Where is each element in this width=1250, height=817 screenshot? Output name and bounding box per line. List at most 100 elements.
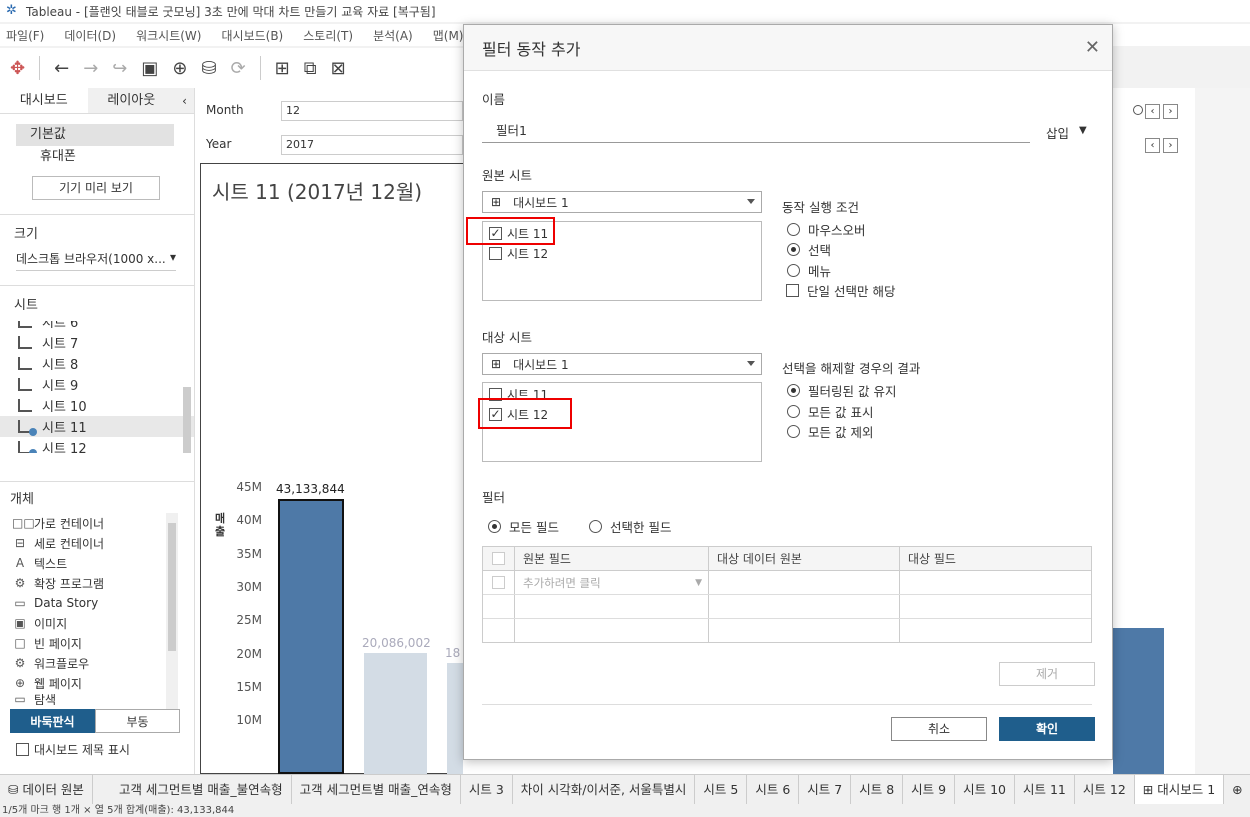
object-vertical-container[interactable]: ⊟ 세로 컨테이너 (0, 533, 194, 553)
chart-bar-right-partial[interactable] (1113, 628, 1164, 774)
sheets-scrollbar[interactable] (183, 387, 191, 453)
sheet-tab[interactable]: 시트 11 (1015, 774, 1075, 805)
target-field-cell[interactable] (900, 571, 1091, 594)
datasource-icon[interactable]: ⛁ (201, 58, 216, 79)
device-default[interactable]: 기본값 (16, 124, 174, 146)
tableau-home-icon[interactable]: ✥ (10, 58, 25, 79)
single-select-checkbox[interactable] (786, 284, 799, 297)
clear-sheet-icon[interactable]: ⊠ (331, 58, 346, 79)
sheet-item-11[interactable]: 시트 11 (0, 416, 194, 437)
source-dashboard-dropdown[interactable]: ⊞ 대시보드 1 (482, 191, 762, 213)
chart-bar[interactable] (278, 499, 344, 774)
ok-button[interactable]: 확인 (999, 717, 1095, 741)
sheet-item-12[interactable]: 시트 12 (0, 437, 194, 453)
menu-story[interactable]: 스토리(T) (303, 27, 353, 44)
menu-dashboard[interactable]: 대시보드(B) (221, 27, 283, 44)
menu-map[interactable]: 맵(M) (433, 27, 464, 44)
object-horizontal-container[interactable]: □□ 가로 컨테이너 (0, 513, 194, 533)
object-web-page[interactable]: ⊕ 웹 페이지 (0, 673, 194, 693)
run-on-menu[interactable]: 메뉴 (787, 261, 831, 280)
clear-show-all[interactable]: 모든 값 표시 (787, 402, 873, 421)
tab-data-source[interactable]: ⛁ 데이터 원본 (0, 774, 93, 805)
sheet-item-8[interactable]: 시트 8 (0, 353, 194, 374)
filter-all-fields[interactable]: 모든 필드 (488, 517, 559, 536)
prev-icon[interactable]: ‹ (1145, 104, 1160, 119)
sheet-tab[interactable]: 고객 세그먼트별 매출_연속형 (292, 774, 461, 805)
show-title-checkbox[interactable] (16, 743, 29, 756)
single-select-option[interactable]: 단일 선택만 해당 (786, 281, 895, 300)
radio-show-all[interactable] (787, 405, 800, 418)
duplicate-icon[interactable]: ⧉ (304, 58, 317, 79)
collapse-panel-icon[interactable]: ‹ (175, 88, 194, 113)
menu-worksheet[interactable]: 워크시트(W) (136, 27, 201, 44)
show-title-row[interactable]: 대시보드 제목 표시 (16, 741, 194, 758)
chart-bar[interactable] (447, 662, 463, 774)
radio-menu[interactable] (787, 264, 800, 277)
object-extension[interactable]: ⚙ 확장 프로그램 (0, 573, 194, 593)
run-on-select[interactable]: 선택 (787, 240, 831, 259)
refresh-icon[interactable]: ⟳ (231, 58, 246, 79)
sheet-tab[interactable]: 시트 5 (695, 774, 748, 805)
object-navigation[interactable]: ▭ 탐색 (0, 693, 194, 705)
undo-icon[interactable]: ← (54, 58, 69, 79)
sheet-tab[interactable]: 시트 9 (903, 774, 956, 805)
save-icon[interactable]: ▣ (141, 58, 158, 79)
sheet-item-6[interactable]: 시트 6 (0, 321, 194, 332)
new-worksheet-icon[interactable]: ⊞ (275, 58, 290, 79)
tab-layout[interactable]: 레이아웃 (87, 88, 176, 113)
chart-bar[interactable] (364, 653, 427, 774)
sheet-tab[interactable]: 시트 7 (799, 774, 852, 805)
target-dashboard-dropdown[interactable]: ⊞ 대시보드 1 (482, 353, 762, 375)
menu-analysis[interactable]: 분석(A) (373, 27, 413, 44)
device-phone[interactable]: 휴대폰 (0, 146, 194, 168)
next-icon[interactable]: › (1163, 104, 1178, 119)
menu-file[interactable]: 파일(F) (6, 27, 44, 44)
sheet-item-9[interactable]: 시트 9 (0, 374, 194, 395)
radio-hover[interactable] (787, 223, 800, 236)
insert-dropdown[interactable]: 삽입 ▼ (1046, 123, 1087, 142)
new-sheet-icon[interactable]: ⊕ (1224, 775, 1250, 805)
tab-dashboard-1[interactable]: ⊞ 대시보드 1 (1134, 774, 1225, 805)
name-input[interactable]: 필터1 (482, 121, 1030, 143)
target-datasource-cell[interactable] (709, 571, 900, 594)
radio-all-fields[interactable] (488, 520, 501, 533)
tiled-button[interactable]: 바둑판식 (10, 709, 95, 733)
prev-icon[interactable]: ‹ (1145, 138, 1160, 153)
year-filter-input[interactable]: 2017 (281, 135, 463, 155)
radio-keep-filtered[interactable] (787, 384, 800, 397)
object-image[interactable]: ▣ 이미지 (0, 613, 194, 633)
object-blank[interactable]: □ 빈 페이지 (0, 633, 194, 653)
sheet-tab[interactable]: 시트 10 (955, 774, 1015, 805)
radio-exclude-all[interactable] (787, 425, 800, 438)
remove-button[interactable]: 제거 (999, 662, 1095, 686)
device-preview-button[interactable]: 기기 미리 보기 (32, 176, 160, 200)
sheet-tab[interactable]: 고객 세그먼트별 매출_불연속형 (93, 774, 292, 805)
tab-dashboard[interactable]: 대시보드 (0, 88, 88, 113)
radio-selected-fields[interactable] (589, 520, 602, 533)
objects-scrollbar[interactable] (166, 513, 178, 709)
filter-selected-fields[interactable]: 선택한 필드 (589, 517, 671, 536)
sheet-tab[interactable]: 시트 12 (1075, 774, 1135, 805)
source-sheet-12-checkbox[interactable] (489, 247, 502, 260)
month-filter-input[interactable]: 12 (281, 101, 463, 121)
sheet-tab[interactable]: 시트 6 (747, 774, 800, 805)
sheet-tab[interactable]: 시트 8 (851, 774, 904, 805)
redo-icon[interactable]: → (83, 58, 98, 79)
source-sheet-12[interactable]: 시트 12 (489, 245, 548, 262)
cancel-button[interactable]: 취소 (891, 717, 987, 741)
floating-button[interactable]: 부동 (95, 709, 180, 733)
replay-icon[interactable]: ↪ (112, 58, 127, 79)
new-datasource-icon[interactable]: ⊕ (172, 58, 187, 79)
radio-select[interactable] (787, 243, 800, 256)
object-text[interactable]: A 텍스트 (0, 553, 194, 573)
sheet-tab[interactable]: 시트 3 (461, 774, 513, 805)
size-dropdown[interactable]: 데스크톱 브라우저(1000 x... ▾ (16, 250, 176, 271)
run-on-hover[interactable]: 마우스오버 (787, 220, 866, 239)
source-field-cell[interactable]: 추가하려면 클릭 ▼ (515, 571, 709, 594)
clear-keep-filtered[interactable]: 필터링된 값 유지 (787, 381, 896, 400)
object-data-story[interactable]: ▭ Data Story (0, 593, 194, 613)
row-checkbox[interactable] (483, 571, 515, 594)
clear-exclude-all[interactable]: 모든 값 제외 (787, 422, 873, 441)
menu-data[interactable]: 데이터(D) (64, 27, 116, 44)
next-icon[interactable]: › (1163, 138, 1178, 153)
